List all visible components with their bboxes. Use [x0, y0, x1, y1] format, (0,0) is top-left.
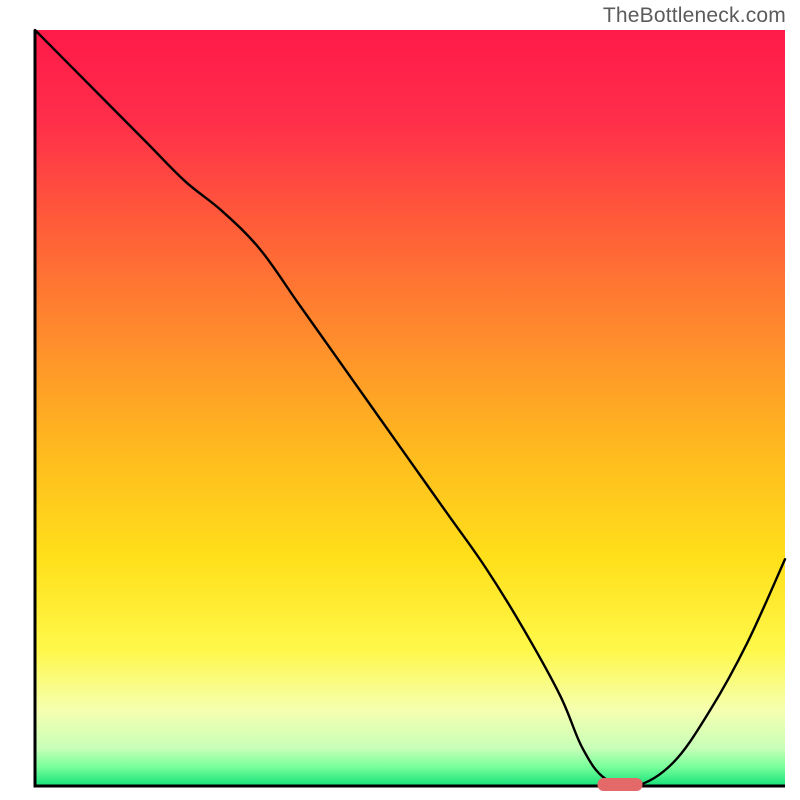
bottleneck-chart [0, 0, 800, 800]
chart-container: TheBottleneck.com [0, 0, 800, 800]
optimal-marker [598, 778, 643, 791]
